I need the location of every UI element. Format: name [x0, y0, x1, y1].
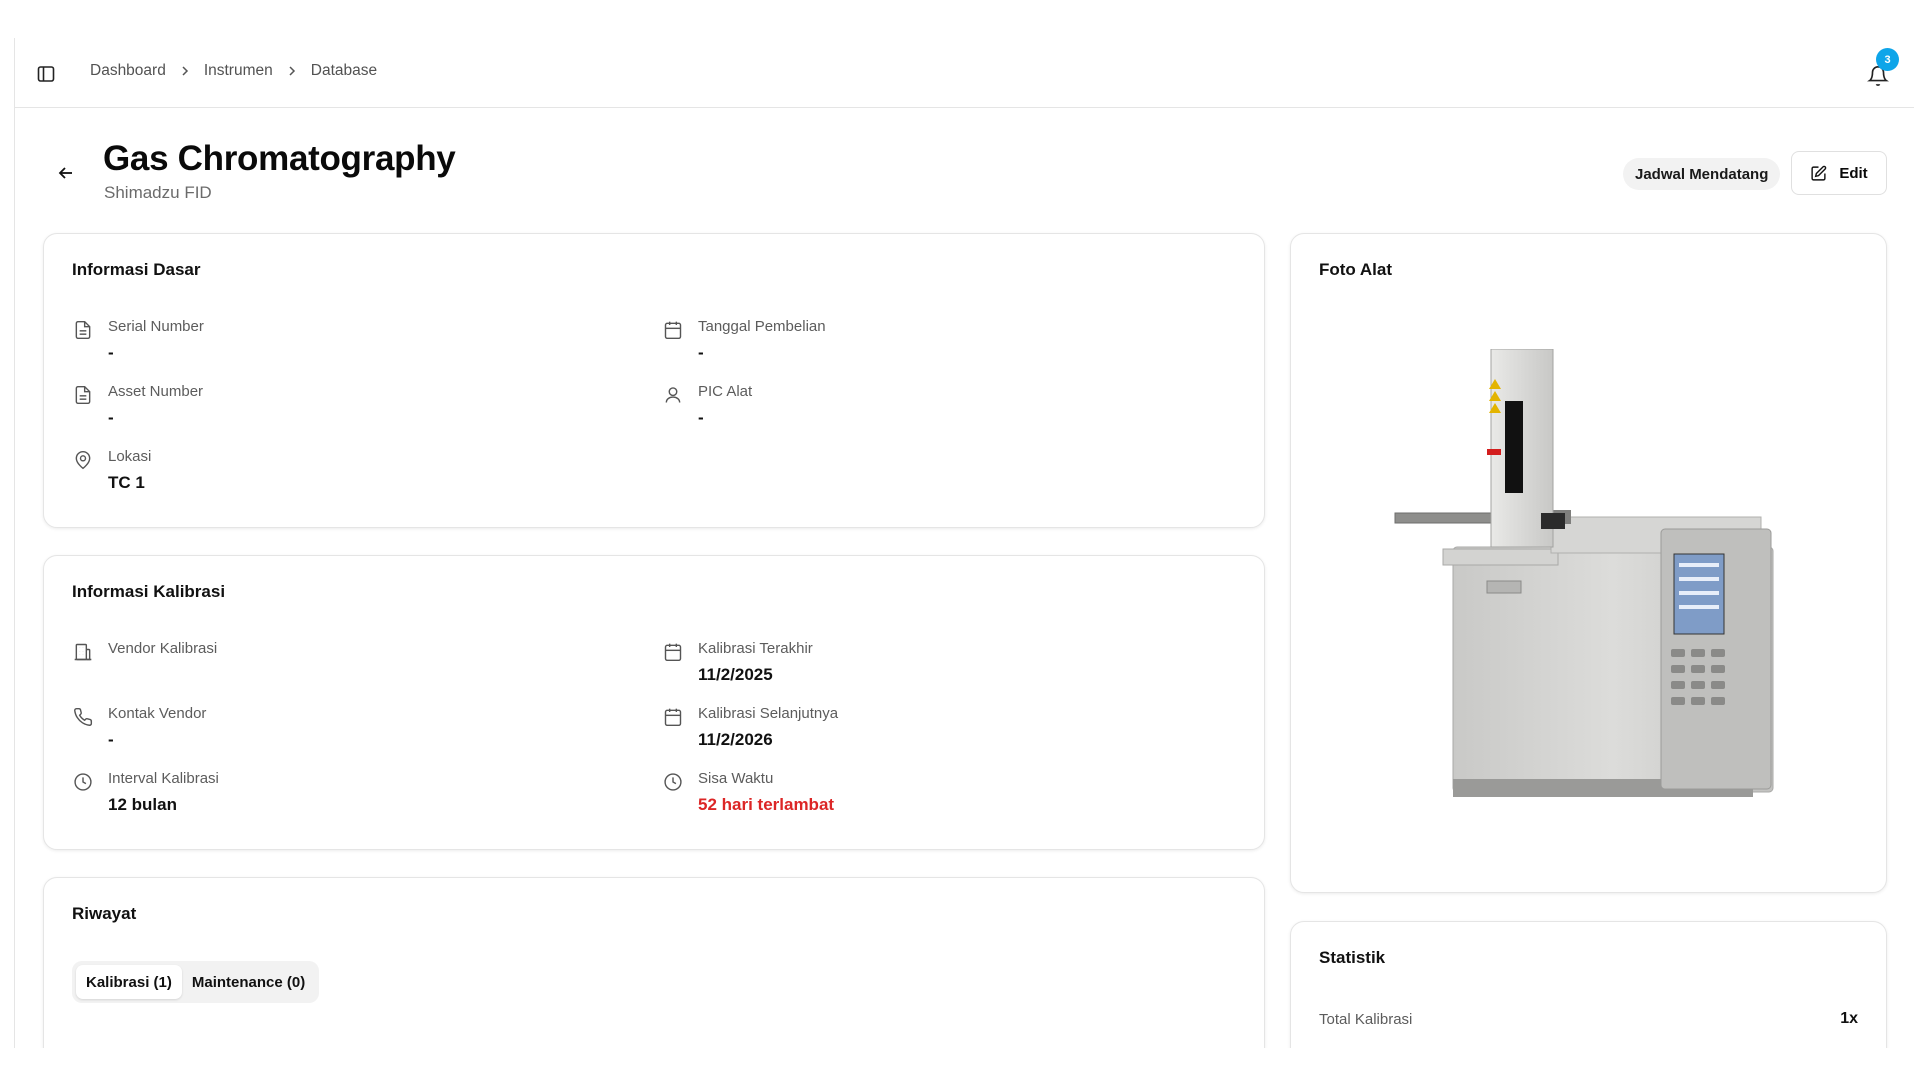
history-tabs: Kalibrasi (1) Maintenance (0): [72, 961, 320, 1003]
back-arrow-icon[interactable]: [53, 160, 79, 186]
history-title: Riwayat: [72, 904, 137, 923]
page-subtitle: Shimadzu FID: [104, 183, 212, 202]
asset-number-label: Asset Number: [108, 383, 204, 400]
calibration-info-title: Informasi Kalibrasi: [72, 582, 226, 601]
photo-title: Foto Alat: [1319, 260, 1393, 279]
status-badge: Jadwal Mendatang: [1623, 158, 1781, 190]
basic-info-title: Informasi Dasar: [72, 260, 201, 279]
breadcrumb-database[interactable]: Database: [311, 62, 377, 80]
purchase-date-field: Tanggal Pembelian -: [662, 318, 826, 363]
location-label: Lokasi: [108, 448, 152, 465]
interval-value: 12 bulan: [108, 795, 177, 814]
chevron-right-icon: [287, 66, 297, 76]
sidebar-toggle-icon[interactable]: [36, 64, 56, 84]
edit-button[interactable]: Edit: [1791, 151, 1887, 195]
vendor-label: Vendor Kalibrasi: [108, 640, 218, 657]
file-text-icon: [72, 384, 94, 406]
clock-icon: [662, 771, 684, 793]
total-calibration-label: Total Kalibrasi: [1319, 1010, 1413, 1028]
tab-maintenance[interactable]: Maintenance (0): [182, 965, 315, 999]
phone-icon: [72, 706, 94, 728]
purchase-date-value: -: [698, 343, 704, 362]
instrument-photo: [1394, 349, 1774, 797]
serial-number-field: Serial Number -: [72, 318, 204, 363]
serial-number-value: -: [108, 343, 114, 362]
remaining-time-value: 52 hari terlambat: [698, 795, 835, 814]
map-pin-icon: [72, 449, 94, 471]
top-bar: Dashboard Instrumen Database 3: [15, 38, 1914, 108]
vendor-contact-value: -: [108, 730, 114, 749]
asset-number-value: -: [108, 408, 114, 427]
pic-value: -: [698, 408, 704, 427]
edit-icon: [1810, 165, 1827, 182]
next-calibration-label: Kalibrasi Selanjutnya: [698, 705, 839, 722]
location-field: Lokasi TC 1: [72, 448, 151, 493]
building-icon: [72, 641, 94, 663]
purchase-date-label: Tanggal Pembelian: [698, 318, 826, 335]
next-calibration-field: Kalibrasi Selanjutnya 11/2/2026: [662, 705, 838, 750]
total-calibration-row: Total Kalibrasi 1x: [1319, 1010, 1858, 1028]
calendar-icon: [662, 641, 684, 663]
breadcrumb-dashboard[interactable]: Dashboard: [90, 62, 166, 80]
stats-title: Statistik: [1319, 948, 1386, 967]
vendor-contact-label: Kontak Vendor: [108, 705, 207, 722]
pic-field: PIC Alat -: [662, 383, 752, 428]
remaining-time-label: Sisa Waktu: [698, 770, 774, 787]
pic-label: PIC Alat: [698, 383, 753, 400]
notification-count-badge: 3: [1876, 48, 1899, 71]
last-calibration-value: 11/2/2025: [698, 665, 773, 684]
location-value: TC 1: [108, 473, 145, 492]
chevron-right-icon: [180, 66, 190, 76]
last-calibration-label: Kalibrasi Terakhir: [698, 640, 813, 657]
breadcrumb: Dashboard Instrumen Database: [90, 62, 377, 80]
edit-label: Edit: [1839, 164, 1868, 182]
clock-icon: [72, 771, 94, 793]
last-calibration-field: Kalibrasi Terakhir 11/2/2025: [662, 640, 813, 685]
remaining-time-field: Sisa Waktu 52 hari terlambat: [662, 770, 834, 815]
interval-field: Interval Kalibrasi 12 bulan: [72, 770, 219, 815]
basic-info-card: Informasi Dasar Serial Number - Tanggal P…: [43, 233, 1265, 528]
tab-calibration[interactable]: Kalibrasi (1): [76, 965, 182, 999]
user-icon: [662, 384, 684, 406]
stats-card: Statistik Total Kalibrasi 1x: [1290, 921, 1887, 1048]
calendar-icon: [662, 319, 684, 341]
history-card: Riwayat Kalibrasi (1) Maintenance (0): [43, 877, 1265, 1048]
breadcrumb-instrumen[interactable]: Instrumen: [204, 62, 273, 80]
vendor-contact-field: Kontak Vendor -: [72, 705, 206, 750]
interval-label: Interval Kalibrasi: [108, 770, 219, 787]
vendor-field: Vendor Kalibrasi: [72, 640, 217, 665]
app-window: Dashboard Instrumen Database 3 Gas Chrom…: [14, 38, 1914, 1048]
serial-number-label: Serial Number: [108, 318, 204, 335]
asset-number-field: Asset Number -: [72, 383, 203, 428]
file-text-icon: [72, 319, 94, 341]
total-calibration-value: 1x: [1840, 1010, 1858, 1027]
photo-card: Foto Alat: [1290, 233, 1887, 893]
calibration-info-card: Informasi Kalibrasi Vendor Kalibrasi Kal…: [43, 555, 1265, 850]
calendar-icon: [662, 706, 684, 728]
next-calibration-value: 11/2/2026: [698, 730, 773, 749]
page-title: Gas Chromatography: [103, 139, 456, 178]
